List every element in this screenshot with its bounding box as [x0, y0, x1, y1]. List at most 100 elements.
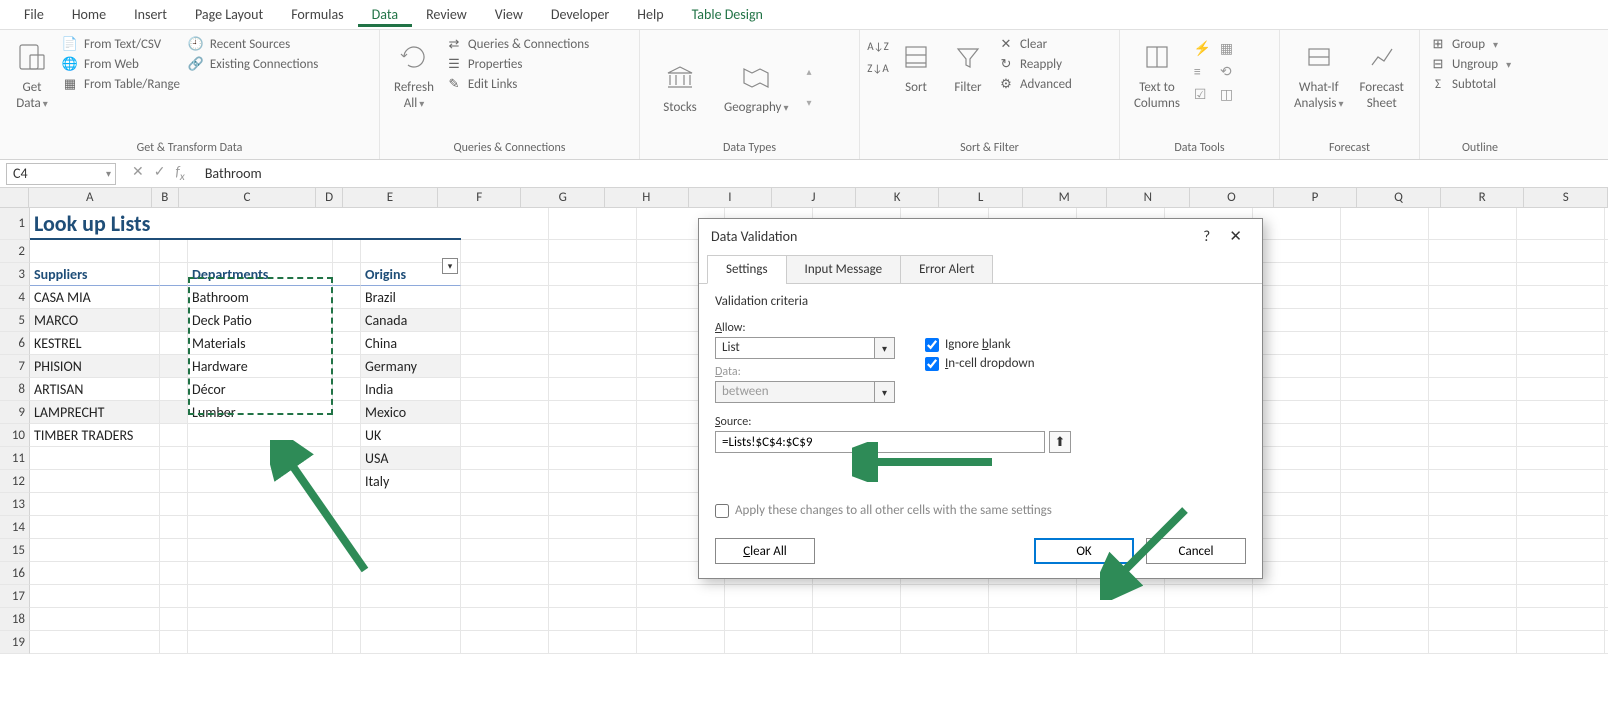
cell[interactable]: [549, 562, 637, 585]
edit-links[interactable]: ✎Edit Links: [446, 76, 589, 92]
cell[interactable]: [1517, 539, 1605, 562]
tab-settings[interactable]: Settings: [707, 255, 787, 284]
cell[interactable]: [160, 240, 188, 263]
cell[interactable]: [160, 539, 188, 562]
cell[interactable]: [361, 585, 461, 608]
cell[interactable]: [1341, 240, 1429, 263]
cell[interactable]: [1253, 470, 1341, 493]
cell[interactable]: [333, 240, 361, 263]
row-header[interactable]: 3: [0, 263, 30, 286]
cell[interactable]: [333, 378, 361, 401]
accept-formula-icon[interactable]: ✓: [154, 163, 166, 184]
cell[interactable]: [461, 631, 549, 654]
column-header[interactable]: R: [1441, 188, 1525, 207]
column-header[interactable]: O: [1190, 188, 1274, 207]
cell[interactable]: [1341, 424, 1429, 447]
row-header[interactable]: 19: [0, 631, 30, 654]
cell[interactable]: [1429, 286, 1517, 309]
cell[interactable]: [333, 208, 361, 240]
cell[interactable]: [333, 608, 361, 631]
ignore-blank-checkbox[interactable]: Ignore blank: [925, 337, 1035, 352]
cell[interactable]: CASA MIA: [30, 286, 160, 309]
menu-home[interactable]: Home: [58, 2, 120, 27]
cell[interactable]: [1341, 447, 1429, 470]
cell[interactable]: [549, 424, 637, 447]
cell[interactable]: [1341, 309, 1429, 332]
cell[interactable]: [361, 631, 461, 654]
cell[interactable]: [361, 208, 461, 240]
cell[interactable]: [1341, 516, 1429, 539]
cell[interactable]: [1429, 493, 1517, 516]
cell[interactable]: [1429, 631, 1517, 654]
stocks-type[interactable]: Stocks: [654, 54, 706, 120]
cell[interactable]: [549, 539, 637, 562]
cell[interactable]: [188, 470, 333, 493]
cell[interactable]: [461, 240, 549, 263]
origins-filter-button[interactable]: ▾: [442, 258, 458, 274]
row-header[interactable]: 12: [0, 470, 30, 493]
cell[interactable]: [461, 447, 549, 470]
from-table-range[interactable]: ▦From Table/Range: [62, 76, 180, 92]
cell[interactable]: [333, 332, 361, 355]
cell[interactable]: Materials: [188, 332, 333, 355]
cell[interactable]: [1253, 424, 1341, 447]
column-header[interactable]: Q: [1357, 188, 1441, 207]
cell[interactable]: USA: [361, 447, 461, 470]
name-box[interactable]: C4: [6, 163, 116, 185]
cell[interactable]: [1341, 286, 1429, 309]
chevron-down-icon[interactable]: ▾: [875, 337, 895, 359]
column-header[interactable]: G: [521, 188, 605, 207]
clear-all-button[interactable]: Clear All: [715, 538, 815, 564]
cell[interactable]: TIMBER TRADERS: [30, 424, 160, 447]
column-header[interactable]: K: [856, 188, 940, 207]
cell[interactable]: [1341, 208, 1429, 240]
cell[interactable]: [160, 378, 188, 401]
cell[interactable]: [1517, 263, 1605, 286]
cancel-button[interactable]: Cancel: [1146, 538, 1246, 564]
cell[interactable]: [549, 447, 637, 470]
cell[interactable]: [1253, 263, 1341, 286]
cell[interactable]: [333, 516, 361, 539]
cell[interactable]: [333, 401, 361, 424]
cell[interactable]: [160, 286, 188, 309]
row-header[interactable]: 5: [0, 309, 30, 332]
cell[interactable]: [1341, 493, 1429, 516]
cell[interactable]: Bathroom: [188, 286, 333, 309]
cell[interactable]: [30, 608, 160, 631]
cell[interactable]: [461, 608, 549, 631]
cell[interactable]: [1253, 585, 1341, 608]
cell[interactable]: [1429, 562, 1517, 585]
cell[interactable]: [361, 516, 461, 539]
cell[interactable]: [549, 309, 637, 332]
cell[interactable]: [637, 585, 725, 608]
cell[interactable]: Hardware: [188, 355, 333, 378]
cell[interactable]: Lumber: [188, 401, 333, 424]
cell[interactable]: [1429, 401, 1517, 424]
cell[interactable]: [1517, 309, 1605, 332]
sort-button[interactable]: Sort: [890, 34, 942, 100]
column-header[interactable]: P: [1274, 188, 1358, 207]
filter-button[interactable]: Filter: [942, 34, 994, 100]
row-header[interactable]: 1: [0, 208, 30, 240]
cell[interactable]: [160, 208, 188, 240]
row-header[interactable]: 11: [0, 447, 30, 470]
cell[interactable]: [1517, 240, 1605, 263]
sort-desc[interactable]: Z↓A: [870, 60, 886, 76]
cell[interactable]: [188, 424, 333, 447]
cell[interactable]: [333, 447, 361, 470]
cell[interactable]: LAMPRECHT: [30, 401, 160, 424]
row-header[interactable]: 17: [0, 585, 30, 608]
cell[interactable]: [461, 424, 549, 447]
cell[interactable]: [361, 562, 461, 585]
cell[interactable]: [461, 309, 549, 332]
get-data-button[interactable]: Get Data▾: [6, 34, 58, 115]
flash-fill-icon[interactable]: ⚡: [1194, 40, 1214, 57]
group-button[interactable]: ⊞Group▾: [1430, 36, 1511, 52]
cell[interactable]: [461, 355, 549, 378]
cell[interactable]: [1429, 608, 1517, 631]
cell[interactable]: PHISION: [30, 355, 160, 378]
cell[interactable]: China: [361, 332, 461, 355]
cell[interactable]: [1517, 562, 1605, 585]
cell[interactable]: [1253, 355, 1341, 378]
cell[interactable]: [549, 355, 637, 378]
